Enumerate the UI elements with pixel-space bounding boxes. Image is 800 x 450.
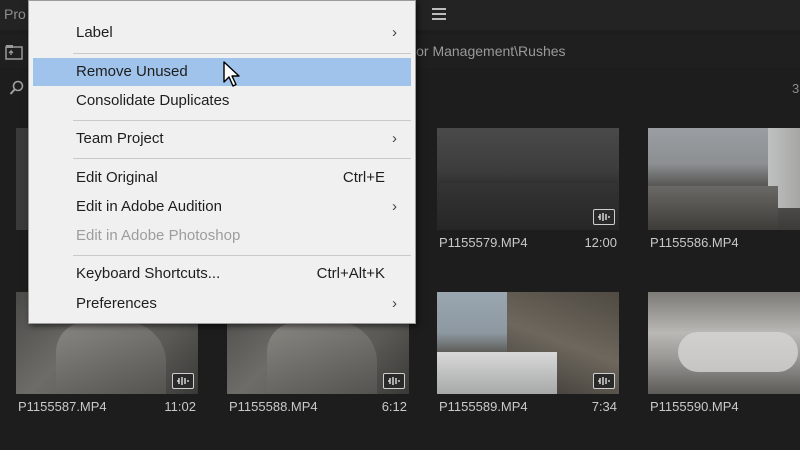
item-count: 3	[792, 81, 800, 96]
menu-item-text: Label	[76, 24, 113, 41]
audio-waveform-icon	[593, 373, 615, 389]
menu-item-text: Edit in Adobe Audition	[76, 198, 222, 215]
menu-item-text: Edit Original	[76, 169, 158, 186]
search-icon[interactable]	[9, 80, 25, 96]
clip-thumbnail[interactable]: P1155590.MP4	[648, 292, 800, 418]
clip-name: P1155587.MP4	[18, 398, 107, 414]
clip-thumbnail[interactable]: P1155589.MP4 7:34	[437, 292, 619, 418]
clip-name: P1155590.MP4	[650, 398, 739, 414]
thumbnail-image	[437, 128, 619, 230]
menu-separator	[73, 53, 411, 54]
menu-item-team-project[interactable]: Team Project ›	[33, 125, 411, 153]
context-menu: Label › Remove Unused Consolidate Duplic…	[28, 0, 416, 324]
clip-duration: 11:02	[164, 398, 196, 414]
menu-separator	[73, 120, 411, 121]
menu-item-text: Preferences	[76, 295, 157, 312]
mouse-cursor-icon	[222, 61, 242, 89]
clip-duration: 12:00	[584, 234, 617, 250]
clip-name: P1155579.MP4	[439, 234, 528, 250]
clip-name: P1155586.MP4	[650, 234, 739, 250]
menu-item-text: Team Project	[76, 130, 164, 147]
bin-path: lor Management\Rushes	[413, 43, 566, 59]
shortcut-text: Ctrl+Alt+K	[316, 265, 385, 282]
audio-waveform-icon	[172, 373, 194, 389]
menu-item-edit-in-photoshop: Edit in Adobe Photoshop	[33, 222, 411, 250]
menu-item-preferences[interactable]: Preferences ›	[33, 290, 411, 318]
thumbnail-image	[648, 292, 800, 394]
thumbnail-image	[648, 128, 800, 230]
shortcut-text: Ctrl+E	[342, 169, 385, 186]
clip-name: P1155588.MP4	[229, 398, 318, 414]
menu-item-keyboard-shortcuts[interactable]: Keyboard Shortcuts... Ctrl+Alt+K	[33, 260, 411, 288]
clip-duration: 6:12	[381, 398, 407, 414]
chevron-right-icon: ›	[392, 24, 397, 41]
menu-item-edit-original[interactable]: Edit Original Ctrl+E	[33, 164, 411, 192]
menu-item-label[interactable]: Label ›	[33, 19, 411, 47]
menu-separator	[73, 158, 411, 159]
menu-item-text: Keyboard Shortcuts...	[76, 265, 221, 282]
menu-item-edit-in-audition[interactable]: Edit in Adobe Audition ›	[33, 193, 411, 221]
clip-name: P1155589.MP4	[439, 398, 528, 414]
clip-thumbnail[interactable]: P1155586.MP4	[648, 128, 800, 254]
audio-waveform-icon	[593, 209, 615, 225]
clip-thumbnail[interactable]: P1155579.MP4 12:00	[437, 128, 619, 254]
folder-up-icon[interactable]	[5, 44, 23, 60]
chevron-right-icon: ›	[392, 295, 397, 312]
chevron-right-icon: ›	[392, 130, 397, 147]
chevron-right-icon: ›	[392, 198, 397, 215]
thumbnail-image	[437, 292, 619, 394]
menu-separator	[73, 255, 411, 256]
menu-item-text: Edit in Adobe Photoshop	[76, 227, 241, 244]
menu-item-text: Remove Unused	[76, 63, 188, 80]
clip-duration: 7:34	[591, 398, 617, 414]
menu-item-consolidate-duplicates[interactable]: Consolidate Duplicates	[33, 87, 411, 115]
menu-item-text: Consolidate Duplicates	[76, 92, 230, 109]
audio-waveform-icon	[383, 373, 405, 389]
project-tab[interactable]: Pro	[4, 6, 26, 22]
panel-menu-icon[interactable]	[432, 5, 446, 21]
